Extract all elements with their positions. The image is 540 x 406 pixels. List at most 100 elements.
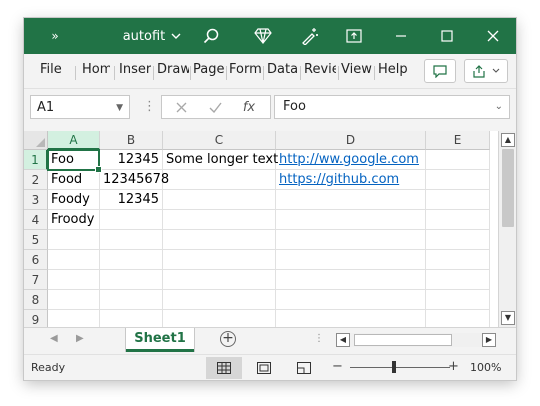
row-header-3[interactable]: 3 bbox=[24, 190, 48, 210]
cell-d7[interactable] bbox=[276, 270, 426, 290]
row-header-6[interactable]: 6 bbox=[24, 250, 48, 270]
cell-a6[interactable] bbox=[48, 250, 100, 270]
cell-c2[interactable] bbox=[163, 170, 276, 190]
select-all-button[interactable] bbox=[24, 131, 48, 150]
tab-review[interactable]: Revie bbox=[304, 62, 336, 77]
zoom-in-button[interactable]: + bbox=[448, 359, 459, 374]
row-header-1[interactable]: 1 bbox=[24, 150, 48, 170]
share-button[interactable] bbox=[464, 59, 508, 83]
scroll-up-icon[interactable]: ▲ bbox=[501, 133, 515, 147]
cell-e8[interactable] bbox=[426, 290, 490, 310]
tab-data[interactable]: Data bbox=[267, 62, 297, 77]
tab-draw[interactable]: Draw bbox=[157, 62, 189, 77]
cell-e5[interactable] bbox=[426, 230, 490, 250]
cell-e1[interactable] bbox=[426, 150, 490, 170]
row-header-9[interactable]: 9 bbox=[24, 310, 48, 327]
column-header-b[interactable]: B bbox=[100, 131, 163, 150]
cell-b9[interactable] bbox=[100, 310, 163, 327]
cell-b8[interactable] bbox=[100, 290, 163, 310]
next-sheet-icon[interactable]: ▶ bbox=[76, 333, 84, 344]
cell-c1[interactable]: Some longer text bbox=[163, 150, 278, 170]
cell-b7[interactable] bbox=[100, 270, 163, 290]
cell-a8[interactable] bbox=[48, 290, 100, 310]
comments-button[interactable] bbox=[424, 59, 456, 83]
maximize-button[interactable] bbox=[432, 18, 462, 54]
page-layout-view-button[interactable] bbox=[246, 357, 282, 379]
zoom-slider-track[interactable] bbox=[350, 367, 450, 368]
cell-a9[interactable] bbox=[48, 310, 100, 327]
cell-d9[interactable] bbox=[276, 310, 426, 327]
cell-c4[interactable] bbox=[163, 210, 276, 230]
tab-formulas[interactable]: Form bbox=[229, 62, 261, 77]
minimize-button[interactable] bbox=[386, 18, 416, 54]
cell-b2[interactable]: 12345678 bbox=[100, 170, 169, 190]
row-header-2[interactable]: 2 bbox=[24, 170, 48, 190]
horizontal-scrollbar[interactable]: ◀ ▶ bbox=[336, 333, 496, 347]
cell-e9[interactable] bbox=[426, 310, 490, 327]
sheet-tab-active[interactable]: Sheet1 bbox=[126, 328, 194, 352]
cell-d2[interactable]: https://github.com bbox=[276, 170, 426, 190]
cell-e6[interactable] bbox=[426, 250, 490, 270]
cell-d5[interactable] bbox=[276, 230, 426, 250]
cell-d1[interactable]: http://ww.google.com bbox=[276, 150, 426, 170]
designer-button[interactable] bbox=[295, 18, 325, 54]
cell-a4[interactable]: Froody bbox=[48, 210, 100, 230]
tab-page-layout[interactable]: Page bbox=[193, 62, 224, 77]
cell-d6[interactable] bbox=[276, 250, 426, 270]
cell-b1[interactable]: 12345 bbox=[100, 150, 163, 170]
cell-d4[interactable] bbox=[276, 210, 426, 230]
premium-button[interactable] bbox=[248, 18, 278, 54]
horizontal-scroll-thumb[interactable] bbox=[354, 334, 452, 346]
scroll-left-icon[interactable]: ◀ bbox=[336, 333, 350, 347]
column-header-a[interactable]: A bbox=[48, 131, 100, 150]
vertical-scrollbar[interactable]: ▲ ▼ bbox=[498, 131, 516, 327]
column-header-d[interactable]: D bbox=[276, 131, 426, 150]
tab-home[interactable]: Hom bbox=[82, 62, 110, 77]
cell-a5[interactable] bbox=[48, 230, 100, 250]
cell-c9[interactable] bbox=[163, 310, 276, 327]
search-button[interactable] bbox=[196, 18, 226, 54]
tab-view[interactable]: View bbox=[341, 62, 372, 77]
cell-e2[interactable] bbox=[426, 170, 490, 190]
row-header-7[interactable]: 7 bbox=[24, 270, 48, 290]
row-header-5[interactable]: 5 bbox=[24, 230, 48, 250]
column-header-e[interactable]: E bbox=[426, 131, 490, 150]
normal-view-button[interactable] bbox=[206, 357, 242, 379]
column-header-c[interactable]: C bbox=[163, 131, 276, 150]
cell-c8[interactable] bbox=[163, 290, 276, 310]
close-button[interactable] bbox=[478, 18, 508, 54]
cell-c3[interactable] bbox=[163, 190, 276, 210]
previous-sheet-icon[interactable]: ◀ bbox=[50, 333, 58, 344]
more-options-icon[interactable]: ⋮ bbox=[143, 100, 156, 113]
vertical-scroll-thumb[interactable] bbox=[502, 149, 514, 227]
cell-a3[interactable]: Foody bbox=[48, 190, 100, 210]
tab-file[interactable]: File bbox=[40, 62, 64, 77]
row-header-4[interactable]: 4 bbox=[24, 210, 48, 230]
cell-a7[interactable] bbox=[48, 270, 100, 290]
cell-b3[interactable]: 12345 bbox=[100, 190, 163, 210]
tab-help[interactable]: Help bbox=[378, 62, 408, 77]
scroll-right-icon[interactable]: ▶ bbox=[482, 333, 496, 347]
tab-split-handle-icon[interactable]: ⋮ bbox=[314, 333, 324, 344]
window-title[interactable]: autofit bbox=[102, 18, 202, 54]
quick-access-expand-button[interactable]: » bbox=[46, 18, 64, 54]
cell-c5[interactable] bbox=[163, 230, 276, 250]
cell-b5[interactable] bbox=[100, 230, 163, 250]
name-box[interactable]: A1 ▼ bbox=[30, 95, 130, 119]
chevron-down-icon[interactable]: ▼ bbox=[116, 96, 123, 120]
cell-a2[interactable]: Food bbox=[48, 170, 100, 190]
expand-formula-icon[interactable]: ⌄ bbox=[495, 96, 503, 118]
worksheet-grid[interactable]: A B C D E 1 Foo 12345 Some longer text http://ww.… bbox=[24, 131, 516, 327]
cancel-button[interactable] bbox=[166, 96, 196, 118]
add-sheet-icon[interactable]: + bbox=[220, 331, 236, 347]
cell-c7[interactable] bbox=[163, 270, 276, 290]
cell-e7[interactable] bbox=[426, 270, 490, 290]
cell-d3[interactable] bbox=[276, 190, 426, 210]
scroll-down-icon[interactable]: ▼ bbox=[501, 311, 515, 325]
cell-b6[interactable] bbox=[100, 250, 163, 270]
cell-d8[interactable] bbox=[276, 290, 426, 310]
ribbon-display-button[interactable] bbox=[339, 18, 369, 54]
cell-c6[interactable] bbox=[163, 250, 276, 270]
cell-b4[interactable] bbox=[100, 210, 163, 230]
tab-insert[interactable]: Inser bbox=[119, 62, 151, 77]
